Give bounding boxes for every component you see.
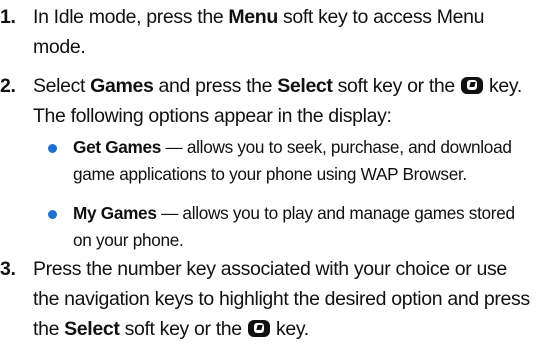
bullet-text: My Games — allows you to play and manage… <box>73 203 515 250</box>
step-number: 1. <box>0 6 16 28</box>
select-key-label: Select <box>64 318 120 340</box>
bullet-my-games: My Games — allows you to play and manage… <box>48 200 528 254</box>
games-label: Games <box>90 75 154 97</box>
bullet-text: Get Games — allows you to seek, purchase… <box>73 137 512 184</box>
step-3: 3. Press the number key associated with … <box>0 254 530 344</box>
step-text: Select Games and press the Select soft k… <box>33 75 522 127</box>
step-1: 1. In Idle mode, press the Menu soft key… <box>0 2 530 62</box>
ok-key-icon <box>247 320 270 337</box>
bullet-dot-icon <box>48 144 57 153</box>
select-key-label: Select <box>277 75 333 97</box>
menu-key-label: Menu <box>228 6 278 28</box>
step-number: 2. <box>0 75 16 97</box>
step-2: 2. Select Games and press the Select sof… <box>0 71 530 131</box>
bullet-dot-icon <box>48 210 57 219</box>
step-text: Press the number key associated with you… <box>33 258 530 340</box>
step-number: 3. <box>0 258 16 280</box>
bullet-title: Get Games <box>73 137 162 157</box>
step-text: In Idle mode, press the Menu soft key to… <box>33 6 485 58</box>
ok-key-icon <box>460 77 483 94</box>
bullet-get-games: Get Games — allows you to seek, purchase… <box>48 134 528 188</box>
bullet-title: My Games <box>73 203 157 223</box>
